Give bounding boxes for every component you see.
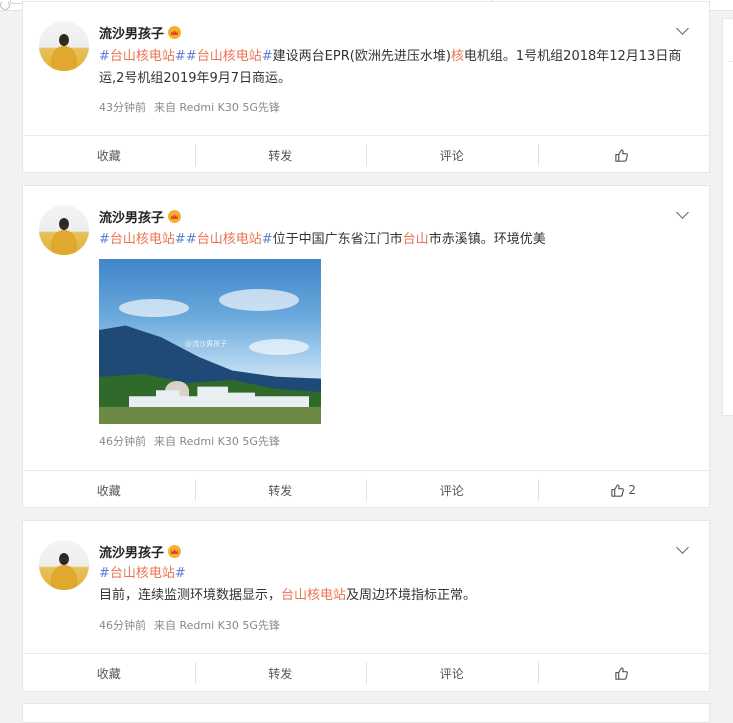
post-body-text: 建设两台EPR(欧洲先进压水堆) [272, 49, 451, 64]
hashtag-link[interactable]: 台山核电站 [110, 232, 175, 247]
crown-badge-icon [168, 210, 182, 223]
post-time[interactable]: 43分钟前 [99, 101, 146, 114]
divider [729, 61, 733, 62]
hashtag-mark: # [99, 566, 110, 581]
like-button[interactable] [537, 144, 710, 166]
action-bar: 收藏 转发 评论 [23, 653, 709, 692]
thumbs-up-icon [615, 148, 629, 162]
hashtag-mark: # [185, 232, 197, 247]
user-name[interactable]: 流沙男孩子 [99, 207, 182, 226]
crown-badge-icon [168, 26, 182, 39]
favorite-button[interactable]: 收藏 [23, 144, 195, 166]
post-meta: 46分钟前 来自 Redmi K30 5G先锋 [99, 433, 280, 449]
favorite-button[interactable]: 收藏 [23, 479, 195, 501]
hashtag-mark: # [174, 49, 186, 64]
post-source: 来自 Redmi K30 5G先锋 [154, 619, 280, 632]
avatar[interactable] [39, 205, 89, 255]
keyword-link[interactable]: 核 [451, 49, 464, 64]
comment-button[interactable]: 评论 [366, 479, 538, 501]
post-body-text: 位于中国广东省江门市 [272, 232, 403, 247]
hashtag-link[interactable]: 台山核电站 [110, 49, 175, 64]
comment-button[interactable]: 评论 [366, 144, 538, 166]
post-text: #台山核电站# 目前，连续监测环境数据显示，台山核电站及周边环境指标正常。 [99, 563, 689, 607]
crown-badge-icon [168, 545, 182, 558]
post-card: 流沙男孩子 #台山核电站# 目前，连续监测环境数据显示，台山核电站及周边环境指标… [22, 520, 710, 692]
action-bar: 收藏 转发 评论 [23, 135, 709, 174]
chevron-down-icon[interactable] [675, 541, 691, 557]
hashtag-mark: # [174, 232, 186, 247]
hashtag-mark: # [99, 232, 110, 247]
post-meta: 43分钟前 来自 Redmi K30 5G先锋 [99, 99, 280, 115]
hashtag-mark: # [174, 566, 186, 581]
chevron-down-icon[interactable] [675, 22, 691, 38]
post-text: #台山核电站##台山核电站#位于中国广东省江门市台山市赤溪镇。环境优美 [99, 229, 689, 251]
post-time[interactable]: 46分钟前 [99, 619, 146, 632]
thumbs-up-icon [615, 666, 629, 680]
right-sidebar-panel [722, 18, 733, 416]
action-bar: 收藏 转发 评论 2 [23, 470, 709, 509]
post-source: 来自 Redmi K30 5G先锋 [154, 435, 280, 448]
user-name[interactable]: 流沙男孩子 [99, 23, 182, 42]
post-card: 流沙男孩子 #台山核电站##台山核电站#建设两台EPR(欧洲先进压水堆)核电机组… [22, 1, 710, 173]
like-button[interactable] [537, 662, 710, 684]
post-body-text: 市赤溪镇。环境优美 [428, 232, 546, 247]
post-source: 来自 Redmi K30 5G先锋 [154, 101, 280, 114]
hashtag-mark: # [185, 49, 197, 64]
hashtag-mark: # [99, 49, 110, 64]
user-name[interactable]: 流沙男孩子 [99, 542, 182, 561]
comment-button[interactable]: 评论 [366, 662, 538, 684]
avatar[interactable] [39, 540, 89, 590]
post-card: 流沙男孩子 #台山核电站##台山核电站#位于中国广东省江门市台山市赤溪镇。环境优… [22, 185, 710, 508]
post-body-text: 目前，连续监测环境数据显示， [99, 588, 282, 603]
avatar[interactable] [39, 21, 89, 71]
hashtag-mark: # [261, 232, 273, 247]
post-text: #台山核电站##台山核电站#建设两台EPR(欧洲先进压水堆)核电机组。1号机组2… [99, 46, 689, 90]
repost-button[interactable]: 转发 [194, 144, 367, 166]
repost-button[interactable]: 转发 [194, 479, 367, 501]
post-meta: 46分钟前 来自 Redmi K30 5G先锋 [99, 617, 280, 633]
chevron-down-icon[interactable] [675, 206, 691, 222]
favorite-button[interactable]: 收藏 [23, 662, 195, 684]
logo-icon [0, 0, 10, 10]
hashtag-link[interactable]: 台山核电站 [110, 566, 175, 581]
like-button[interactable]: 2 [537, 479, 710, 501]
image-watermark: @流沙男孩子 [185, 340, 227, 348]
repost-button[interactable]: 转发 [194, 662, 367, 684]
hashtag-link[interactable]: 台山核电站 [281, 588, 346, 603]
post-time[interactable]: 46分钟前 [99, 435, 146, 448]
hashtag-link[interactable]: 台山核电站 [197, 232, 262, 247]
hashtag-link[interactable]: 台山核电站 [197, 49, 262, 64]
thumbs-up-icon [611, 483, 625, 497]
hashtag-mark: # [261, 49, 273, 64]
keyword-link[interactable]: 台山 [403, 232, 429, 247]
like-count: 2 [628, 483, 637, 497]
post-body-text: 及周边环境指标正常。 [346, 588, 477, 603]
post-card [22, 703, 710, 723]
post-image[interactable]: @流沙男孩子 [99, 259, 321, 424]
